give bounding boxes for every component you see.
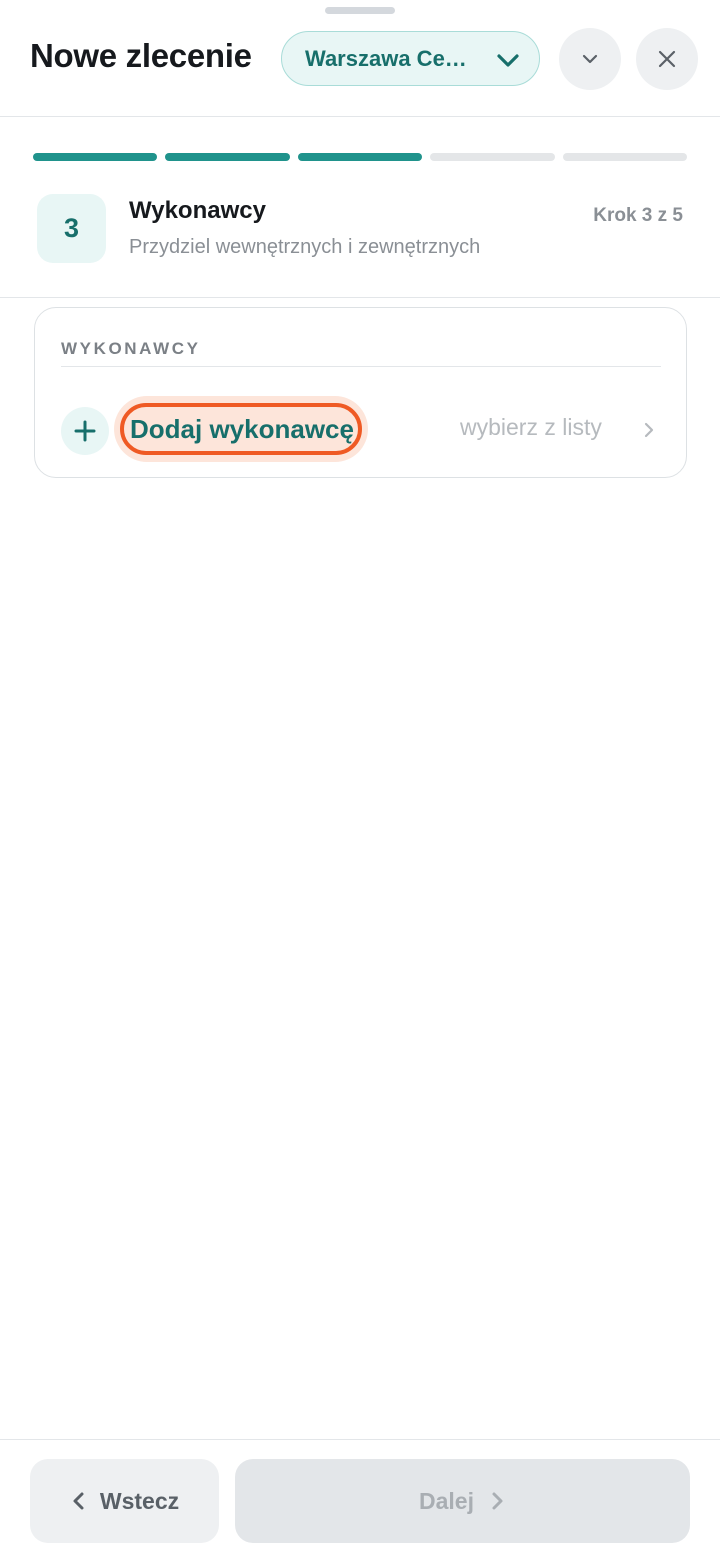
- close-button[interactable]: [636, 28, 698, 90]
- progress-segment-1: [33, 153, 158, 161]
- progress-segment-2: [165, 153, 290, 161]
- chevron-right-icon: [644, 422, 654, 438]
- back-button-label: Wstecz: [99, 1487, 180, 1514]
- progress-segment-3: [297, 153, 423, 161]
- chevron-down-icon: [497, 54, 519, 67]
- add-contractor-highlight: Dodaj wykonawcę: [114, 396, 368, 462]
- header: Nowe zlecenie Warszawa Ce…: [0, 0, 720, 117]
- chevron-down-icon: [582, 54, 598, 64]
- step-subtitle: Przydziel wewnętrznych i zewnętrznych: [129, 236, 481, 258]
- page-title: Nowe zlecenie: [30, 37, 252, 74]
- back-button[interactable]: Wstecz: [30, 1459, 219, 1543]
- choose-from-list-hint[interactable]: wybierz z listy: [460, 414, 602, 441]
- next-button-label: Dalej: [419, 1487, 474, 1514]
- step-header: 3 Wykonawcy Przydziel wewnętrznych i zew…: [0, 175, 720, 298]
- add-contractor-link[interactable]: Dodaj wykonawcę: [120, 403, 362, 455]
- card-divider: [61, 366, 661, 367]
- chevron-right-icon: [492, 1492, 503, 1510]
- footer-bar: Wstecz Dalej: [0, 1439, 720, 1561]
- branch-select-label: Warszawa Ce…: [305, 45, 467, 71]
- contractors-card: WYKONAWCY Dodaj wykonawcę wybierz z list…: [34, 307, 687, 478]
- branch-select[interactable]: Warszawa Ce…: [281, 31, 540, 86]
- collapse-button[interactable]: [559, 28, 621, 90]
- progress-segment-4: [430, 153, 555, 161]
- step-number-badge: 3: [37, 194, 106, 263]
- progress-segment-5: [562, 153, 688, 161]
- next-button[interactable]: Dalej: [235, 1459, 690, 1543]
- chevron-left-icon: [73, 1492, 84, 1510]
- step-title: Wykonawcy: [129, 197, 266, 224]
- step-progress-bar: [33, 153, 688, 161]
- step-counter: Krok 3 z 5: [593, 205, 683, 226]
- plus-icon: [74, 420, 96, 442]
- add-contractor-plus-button[interactable]: [61, 407, 109, 455]
- close-icon: [658, 50, 676, 68]
- card-heading: WYKONAWCY: [61, 339, 201, 358]
